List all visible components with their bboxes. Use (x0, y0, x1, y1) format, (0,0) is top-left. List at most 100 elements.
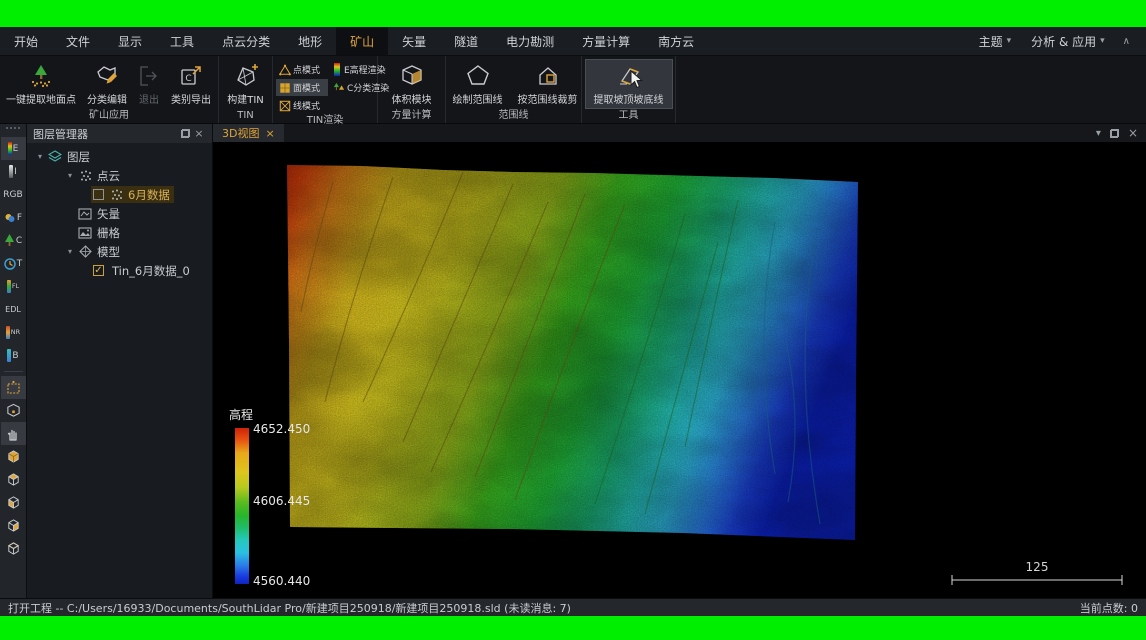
menu-item-tools[interactable]: 工具 (156, 27, 208, 55)
extract-ground-points-button[interactable]: 一键提取地面点 (1, 59, 81, 109)
selected-row-highlight[interactable]: 6月数据 (91, 186, 174, 203)
render-f-button[interactable]: F (1, 206, 26, 229)
cube-top-icon (6, 472, 21, 487)
ribbon-group-mining-app: 一键提取地面点 分类编辑 退出 (0, 56, 219, 123)
menu-item-south-cloud[interactable]: 南方云 (644, 27, 708, 55)
status-bar: 打开工程 -- C:/Users/16933/Documents/SouthLi… (0, 598, 1146, 616)
render-b-button[interactable]: B (1, 344, 26, 367)
menu-item-terrain[interactable]: 地形 (284, 27, 336, 55)
tin-row[interactable]: ✓ Tin_6月数据_0 (91, 262, 194, 279)
tab-3d-view[interactable]: 3D视图 × (213, 124, 284, 142)
ribbon-group-tools: 提取坡顶坡底线 工具 (582, 56, 676, 123)
box-select-tool[interactable] (1, 376, 26, 399)
ribbon-spacer (676, 56, 1146, 123)
slice-cube-icon (6, 403, 21, 418)
menu-item-pointcloud-classify[interactable]: 点云分类 (208, 27, 284, 55)
tab-list-dropdown[interactable]: ▾ (1096, 128, 1101, 139)
face-mode-button[interactable]: 面模式 (276, 79, 328, 96)
ribbon-group-tin-render: 点模式 E高程渲染 (273, 56, 378, 123)
classify-edit-button[interactable]: 分类编辑 (81, 59, 133, 109)
menu-item-start[interactable]: 开始 (0, 27, 52, 55)
line-mode-button[interactable]: 线模式 (276, 97, 328, 114)
menu-item-file[interactable]: 文件 (52, 27, 104, 55)
line-mode-icon (279, 100, 291, 112)
cloud-icon (4, 212, 16, 224)
ribbon-collapse-button[interactable]: ∧ (1117, 36, 1136, 47)
view-cube-iso[interactable] (1, 445, 26, 468)
capture-border-bottom (0, 616, 1146, 640)
menu-item-power-survey[interactable]: 电力勘测 (492, 27, 568, 55)
view-cube-front[interactable] (1, 537, 26, 560)
intensity-bar-icon (9, 165, 13, 178)
menu-bar: 开始 文件 显示 工具 点云分类 地形 矿山 矢量 隧道 电力勘测 方量计算 南… (0, 27, 1146, 56)
svg-text:C: C (185, 74, 191, 84)
panel-close-button[interactable]: × (192, 127, 206, 141)
tree-node-layers[interactable]: ▾ 图层 (27, 147, 212, 166)
viewport-3d[interactable]: 高程 4652.450 4606.445 4560.440 125 (213, 142, 1146, 598)
view-cube-left[interactable] (1, 491, 26, 514)
app-window: 开始 文件 显示 工具 点云分类 地形 矿山 矢量 隧道 电力勘测 方量计算 南… (0, 0, 1146, 640)
elevation-ramp-icon (8, 142, 12, 155)
render-elevation-button[interactable]: E (1, 137, 26, 160)
render-edl-button[interactable]: EDL (1, 298, 26, 321)
tree-node-june-data[interactable]: 6月数据 (27, 185, 212, 204)
terrain-pointcloud (213, 142, 1146, 598)
expander-icon[interactable]: ▾ (33, 152, 47, 161)
render-intensity-button[interactable]: I (1, 160, 26, 183)
menu-item-display[interactable]: 显示 (104, 27, 156, 55)
clip-by-boundary-button[interactable]: 按范围线裁剪 (515, 59, 581, 109)
scale-bar-line (951, 574, 1123, 586)
legend-max-value: 4652.450 (253, 422, 310, 436)
menu-item-volume-calc[interactable]: 方量计算 (568, 27, 644, 55)
tree-node-model[interactable]: ▾ 模型 (27, 242, 212, 261)
volume-cube-icon (399, 63, 425, 89)
render-classification-button[interactable]: C (1, 229, 26, 252)
view-area: 3D视图 × ▾ × (213, 124, 1146, 598)
render-fl-button[interactable]: FL (1, 275, 26, 298)
theme-menu[interactable]: 主题 ▾ (971, 33, 1020, 50)
build-tin-button[interactable]: 构建TIN (221, 59, 271, 109)
tree-node-pointcloud[interactable]: ▾ 点云 (27, 166, 212, 185)
exit-button: 退出 (133, 59, 165, 109)
tree-node-vector[interactable]: 矢量 (27, 204, 212, 223)
ribbon-group-label: 工具 (582, 109, 675, 123)
clip-house-icon (535, 63, 561, 89)
menu-item-mining[interactable]: 矿山 (336, 27, 388, 55)
expander-icon[interactable]: ▾ (63, 247, 77, 256)
tree-node-tin[interactable]: ✓ Tin_6月数据_0 (27, 261, 212, 280)
tab-close-icon[interactable]: × (265, 127, 274, 140)
menu-item-vector[interactable]: 矢量 (388, 27, 440, 55)
slice-tool[interactable] (1, 399, 26, 422)
tree-node-raster[interactable]: 栅格 (27, 223, 212, 242)
category-export-button[interactable]: C 类别导出 (165, 59, 217, 109)
render-rgb-button[interactable]: RGB (1, 183, 26, 206)
classified-trees-icon (333, 82, 345, 94)
point-mode-button[interactable]: 点模式 (276, 61, 328, 78)
ribbon-group-tin: 构建TIN TIN (219, 56, 273, 123)
toolbar-drag-handle[interactable] (6, 127, 20, 131)
render-nr-button[interactable]: NR (1, 321, 26, 344)
pan-tool[interactable] (1, 422, 26, 445)
expander-icon[interactable]: ▾ (63, 171, 77, 180)
vector-layer-icon (77, 208, 93, 220)
draw-boundary-button[interactable]: 绘制范围线 (447, 59, 509, 109)
view-float-button[interactable] (1110, 129, 1119, 138)
menu-item-tunnel[interactable]: 隧道 (440, 27, 492, 55)
view-cube-right[interactable] (1, 514, 26, 537)
cube-left-icon (6, 495, 21, 510)
view-close-button[interactable]: × (1128, 126, 1138, 140)
extract-slope-lines-button[interactable]: 提取坡顶坡底线 (585, 59, 673, 109)
analysis-app-menu[interactable]: 分析 & 应用 ▾ (1023, 33, 1113, 50)
view-cube-top[interactable] (1, 468, 26, 491)
panel-float-button[interactable] (178, 127, 192, 141)
chevron-down-icon: ▾ (1100, 36, 1105, 46)
model-icon (77, 245, 93, 258)
status-point-count: 当前点数: 0 (1080, 600, 1138, 616)
visibility-checkbox-unchecked[interactable] (93, 189, 104, 200)
render-time-button[interactable]: T (1, 252, 26, 275)
view-tab-bar: 3D视图 × ▾ × (213, 124, 1146, 142)
volume-module-button[interactable]: 体积模块 (383, 59, 441, 109)
legend-title: 高程 (229, 406, 327, 423)
visibility-checkbox-checked[interactable]: ✓ (93, 265, 104, 276)
multicolor-bar-icon (7, 349, 11, 362)
